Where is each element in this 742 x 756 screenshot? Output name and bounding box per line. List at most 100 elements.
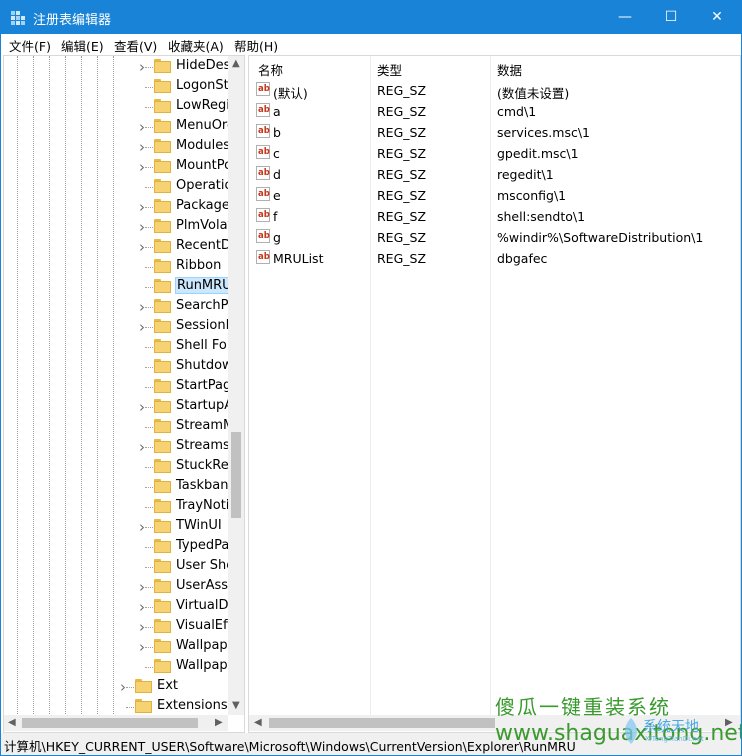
string-value-icon-glyph: ab xyxy=(258,231,270,241)
tree-item[interactable]: ›HideDesktopIcons xyxy=(139,57,244,77)
tree-scroll-thumb[interactable] xyxy=(231,432,241,518)
menu-view[interactable]: 查看(V) xyxy=(114,36,157,55)
tree-item[interactable]: › UserAssist xyxy=(139,577,244,597)
scroll-up-arrow-icon[interactable]: ▲ xyxy=(232,58,240,69)
tree-item[interactable]: OperationStatus xyxy=(145,177,244,197)
key-tree-pane[interactable]: ›HideDesktopIconsLogonStatsLowRegistry›M… xyxy=(3,55,245,733)
tree-item[interactable]: StuckRects3 xyxy=(145,457,244,477)
tree-item[interactable]: LogonStats xyxy=(145,77,244,97)
value-name: c xyxy=(273,146,280,161)
tree-item[interactable]: LowRegistry xyxy=(145,97,244,117)
expand-chevron-icon[interactable]: › xyxy=(139,320,151,335)
menu-help[interactable]: 帮助(H) xyxy=(234,36,278,55)
value-row[interactable]: ab e REG_SZ msconfig\1 xyxy=(249,185,723,206)
scroll-left-arrow-icon[interactable]: ◀ xyxy=(254,717,262,728)
expand-chevron-icon[interactable]: › xyxy=(120,680,132,695)
expand-chevron-icon[interactable]: › xyxy=(139,240,151,255)
column-header-type[interactable]: 类型 xyxy=(377,60,402,79)
value-type: REG_SZ xyxy=(377,230,427,245)
tree-item[interactable]: TypedPaths xyxy=(145,537,244,557)
expand-chevron-icon[interactable]: › xyxy=(139,620,151,635)
value-row[interactable]: ab a REG_SZ cmd\1 xyxy=(249,101,723,122)
tree-item[interactable]: User Shell Folders xyxy=(145,557,244,577)
column-header-name[interactable]: 名称 xyxy=(258,60,283,79)
minimize-button[interactable]: — xyxy=(602,1,648,34)
folder-icon xyxy=(135,679,152,693)
tree-item[interactable]: › Ext xyxy=(120,677,228,697)
value-row[interactable]: ab b REG_SZ services.msc\1 xyxy=(249,122,723,143)
tree-item[interactable]: ›MountPoints2 xyxy=(139,157,244,177)
expand-chevron-icon[interactable]: › xyxy=(139,440,151,455)
tree-item[interactable]: Extensions xyxy=(126,697,228,717)
tree-horizontal-scrollbar[interactable]: ◀ ▶ xyxy=(4,715,228,731)
value-row[interactable]: ab g REG_SZ %windir%\SoftwareDistribution\1 xyxy=(249,227,723,248)
tree-item[interactable]: RunMRU xyxy=(145,277,234,297)
tree-hscroll-thumb[interactable] xyxy=(22,718,198,728)
expand-chevron-icon[interactable]: › xyxy=(139,120,151,135)
tree-connector xyxy=(145,567,153,568)
tree-item[interactable]: StreamMRU xyxy=(145,417,244,437)
scroll-left-arrow-icon[interactable]: ◀ xyxy=(8,717,16,728)
tree-item[interactable]: › SessionInfo xyxy=(139,317,244,337)
folder-icon xyxy=(154,579,171,593)
tree-item[interactable]: ›StartupApproved xyxy=(139,397,244,417)
tree-item-label: Modules xyxy=(176,138,231,153)
tree-item[interactable]: › Streams xyxy=(139,437,230,457)
tree-item[interactable]: Taskband xyxy=(145,477,237,497)
tree-item[interactable]: › Wallpapers xyxy=(139,637,244,657)
folder-icon xyxy=(154,299,171,313)
maximize-button[interactable]: ☐ xyxy=(648,1,694,34)
folder-icon xyxy=(154,539,171,553)
tree-item[interactable]: ›RecentDocs xyxy=(139,237,244,257)
value-row[interactable]: ab f REG_SZ shell:sendto\1 xyxy=(249,206,723,227)
expand-chevron-icon[interactable]: › xyxy=(139,400,151,415)
title-bar[interactable]: 注册表编辑器 — ☐ ✕ xyxy=(1,1,741,34)
expand-chevron-icon[interactable]: › xyxy=(139,200,151,215)
tree-item[interactable]: StartPage xyxy=(145,377,239,397)
tree-item[interactable]: Wallpaper xyxy=(145,657,241,677)
tree-item-label: TWinUI xyxy=(176,518,222,533)
value-row[interactable]: ab MRUList REG_SZ dbgafec xyxy=(249,248,723,269)
menu-file[interactable]: 文件(F) xyxy=(9,36,51,55)
tree-item[interactable]: › Modules xyxy=(139,137,231,157)
tree-guide-line xyxy=(97,56,98,716)
expand-chevron-icon[interactable]: › xyxy=(139,160,151,175)
expand-chevron-icon[interactable]: › xyxy=(139,300,151,315)
list-hscroll-thumb[interactable] xyxy=(269,718,495,728)
value-type: REG_SZ xyxy=(377,125,427,140)
value-row[interactable]: ab d REG_SZ regedit\1 xyxy=(249,164,723,185)
tree-vertical-scrollbar[interactable]: ▲ ▼ xyxy=(228,56,244,715)
tree-item[interactable]: TrayNotify xyxy=(145,497,241,517)
tree-item[interactable]: Shutdown xyxy=(145,357,241,377)
tree-item[interactable]: Ribbon xyxy=(145,257,228,277)
scroll-down-arrow-icon[interactable]: ▼ xyxy=(232,700,240,711)
expand-chevron-icon[interactable]: › xyxy=(139,140,151,155)
expand-chevron-icon[interactable]: › xyxy=(139,520,151,535)
values-list-pane[interactable]: 名称 类型 数据 ab (默认) REG_SZ (数值未设置) ab a REG_SZ cmd… xyxy=(248,55,741,733)
tree-item[interactable]: › PlmVolatile xyxy=(139,217,244,237)
column-header-data[interactable]: 数据 xyxy=(497,60,522,79)
menu-edit[interactable]: 编辑(E) xyxy=(61,36,104,55)
tree-item[interactable]: ›SearchPlatform xyxy=(139,297,244,317)
tree-item[interactable]: Shell Folders xyxy=(145,337,244,357)
expand-chevron-icon[interactable]: › xyxy=(139,220,151,235)
menu-favorites[interactable]: 收藏夹(A) xyxy=(168,36,224,55)
folder-icon xyxy=(154,139,171,153)
folder-icon xyxy=(154,419,171,433)
close-button[interactable]: ✕ xyxy=(694,1,740,34)
tree-item[interactable]: ›VirtualDesktops xyxy=(139,597,244,617)
logo-subtext: XiTongTianDi.net xyxy=(645,735,704,743)
tree-guide-line xyxy=(81,56,82,716)
tree-item[interactable]: ›VisualEffects xyxy=(139,617,244,637)
expand-chevron-icon[interactable]: › xyxy=(139,600,151,615)
expand-chevron-icon[interactable]: › xyxy=(139,60,151,75)
tree-item[interactable]: › MenuOrder xyxy=(139,117,244,137)
value-row[interactable]: ab c REG_SZ gpedit.msc\1 xyxy=(249,143,723,164)
tree-item[interactable]: ›Package Installation xyxy=(139,197,244,217)
expand-chevron-icon[interactable]: › xyxy=(139,580,151,595)
scroll-right-arrow-icon[interactable]: ▶ xyxy=(215,717,223,728)
value-row[interactable]: ab (默认) REG_SZ (数值未设置) xyxy=(249,80,723,101)
value-name: b xyxy=(273,125,281,140)
expand-chevron-icon[interactable]: › xyxy=(139,640,151,655)
tree-item[interactable]: › TWinUI xyxy=(139,517,228,537)
